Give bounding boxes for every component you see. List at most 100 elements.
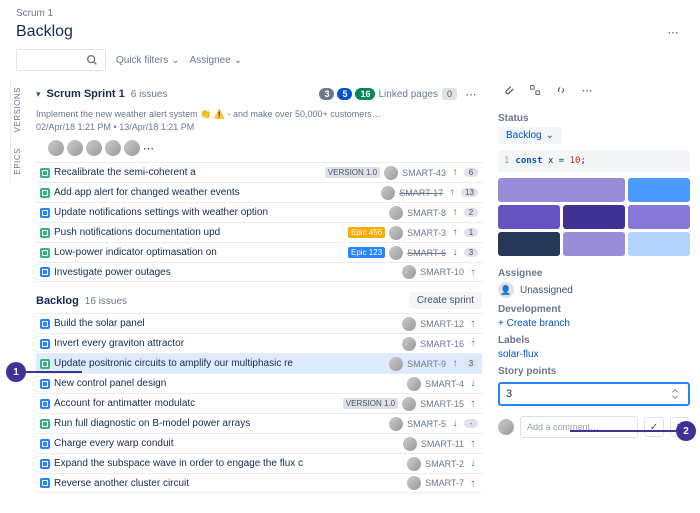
issue-key[interactable]: SMART-6	[407, 248, 446, 258]
more-avatars-icon[interactable]: ⋯	[143, 142, 154, 155]
assignee-avatar[interactable]	[389, 357, 403, 371]
priority-icon: ↑	[468, 267, 478, 278]
sprint-collapse-toggle[interactable]: ▾	[36, 89, 41, 100]
estimate-badge: 6	[464, 168, 478, 177]
issue-key[interactable]: SMART-16	[420, 339, 464, 349]
issue-summary: Reverse another cluster circuit	[54, 478, 403, 489]
user-avatar	[498, 419, 514, 435]
priority-icon: ↓	[450, 247, 460, 258]
backlog-issue-count: 16 issues	[85, 296, 127, 307]
confirm-button[interactable]: ✓	[644, 417, 664, 437]
avatar[interactable]	[105, 140, 121, 156]
assignee-avatar[interactable]	[407, 457, 421, 471]
person-icon: 👤	[498, 282, 514, 298]
create-branch-link[interactable]: + Create branch	[498, 318, 690, 329]
avatar[interactable]	[86, 140, 102, 156]
link-icon[interactable]	[550, 79, 572, 101]
issue-row[interactable]: Run full diagnostic on B-model power arr…	[36, 413, 482, 433]
epics-rail[interactable]: EPICS	[10, 140, 28, 183]
story-points-input[interactable]: 3	[498, 382, 690, 406]
issue-key[interactable]: SMART-8	[407, 208, 446, 218]
assignee-avatar[interactable]	[402, 397, 416, 411]
issue-key[interactable]: SMART-9	[407, 359, 446, 369]
todo-pill: 3	[319, 88, 334, 100]
assignee-avatar[interactable]	[384, 166, 398, 180]
sprint-goal: Implement the new weather alert system 👏…	[36, 107, 482, 122]
story-type-icon	[40, 188, 50, 198]
version-tag: VERSION 1.0	[325, 167, 380, 178]
issue-key[interactable]: SMART-15	[420, 399, 464, 409]
issue-row[interactable]: Update notifications settings with weath…	[36, 202, 482, 222]
linked-pages-button[interactable]: Linked pages0	[378, 88, 457, 100]
comment-input[interactable]: Add a comment…	[520, 416, 638, 438]
avatar[interactable]	[67, 140, 83, 156]
chevron-down-icon: ⌄	[234, 55, 242, 66]
assignee-avatar[interactable]	[389, 246, 403, 260]
assignee-avatar[interactable]	[389, 417, 403, 431]
issue-key[interactable]: SMART-12	[420, 319, 464, 329]
labels-label: Labels	[498, 329, 690, 349]
issue-summary: Expand the subspace wave in order to eng…	[54, 458, 403, 469]
priority-icon: ↓	[450, 418, 460, 429]
estimate-badge: 3	[464, 359, 478, 368]
assignee-avatar[interactable]	[403, 437, 417, 451]
issue-key[interactable]: SMART-11	[421, 439, 464, 449]
issue-row[interactable]: Invert every graviton attractorSMART-16↑	[36, 333, 482, 353]
assignee-value[interactable]: 👤Unassigned	[498, 282, 690, 298]
create-sprint-button[interactable]: Create sprint	[409, 292, 482, 309]
avatar[interactable]	[124, 140, 140, 156]
status-dropdown[interactable]: Backlog⌄	[498, 127, 562, 144]
issue-key[interactable]: SMART-3	[407, 228, 446, 238]
avatar[interactable]	[48, 140, 64, 156]
stepper-icon[interactable]	[668, 387, 682, 401]
issue-row[interactable]: Account for antimatter modulatcVERSION 1…	[36, 393, 482, 413]
assignee-avatar[interactable]	[389, 226, 403, 240]
issue-row[interactable]: Build the solar panelSMART-12↑	[36, 313, 482, 333]
issue-row[interactable]: Low-power indicator optimasation onEpic …	[36, 242, 482, 262]
assignee-avatar[interactable]	[389, 206, 403, 220]
assignee-avatar[interactable]	[402, 337, 416, 351]
issue-key[interactable]: SMART-17	[399, 188, 443, 198]
assignee-avatar[interactable]	[402, 317, 416, 331]
issue-key[interactable]: SMART-2	[425, 459, 464, 469]
subtask-icon[interactable]	[524, 79, 546, 101]
assignee-avatar[interactable]	[407, 377, 421, 391]
priority-icon: ↓	[468, 378, 478, 389]
side-more-icon[interactable]: ⋯	[576, 79, 598, 101]
assignee-avatar[interactable]	[381, 186, 395, 200]
issue-row[interactable]: Update positronic circuits to amplify ou…	[36, 353, 482, 373]
versions-rail[interactable]: VERSIONS	[10, 79, 28, 140]
status-label: Status	[498, 107, 690, 127]
issue-key[interactable]: SMART-4	[425, 379, 464, 389]
more-actions-icon[interactable]: ⋯	[662, 21, 684, 43]
issue-row[interactable]: Investigate power outagesSMART-10↑	[36, 262, 482, 282]
issue-row[interactable]: Reverse another cluster circuitSMART-7↑	[36, 473, 482, 493]
issue-row[interactable]: Recalibrate the semi-coherent aVERSION 1…	[36, 162, 482, 182]
issue-summary: Build the solar panel	[54, 318, 398, 329]
quick-filters-dropdown[interactable]: Quick filters⌄	[116, 55, 180, 66]
issue-row[interactable]: New control panel designSMART-4↓	[36, 373, 482, 393]
breadcrumb[interactable]: Scrum 1	[10, 8, 690, 19]
issue-row[interactable]: Expand the subspace wave in order to eng…	[36, 453, 482, 473]
issue-row[interactable]: Charge every warp conduitSMART-11↑	[36, 433, 482, 453]
priority-icon: ↑	[468, 338, 478, 349]
assignee-avatar[interactable]	[402, 265, 416, 279]
issue-key[interactable]: SMART-7	[425, 478, 464, 488]
issue-key[interactable]: SMART-10	[420, 267, 464, 277]
development-label: Development	[498, 298, 690, 318]
issue-key[interactable]: SMART-5	[407, 419, 446, 429]
assignee-dropdown[interactable]: Assignee⌄	[190, 55, 243, 66]
assignee-label: Assignee	[498, 262, 690, 282]
assignee-avatar[interactable]	[407, 476, 421, 490]
sprint-issue-count: 6 issues	[131, 89, 168, 100]
attach-icon[interactable]	[498, 79, 520, 101]
issue-row[interactable]: Add app alert for changed weather events…	[36, 182, 482, 202]
sprint-more-icon[interactable]: ⋯	[460, 83, 482, 105]
issue-summary: Push notifications documentation upd	[54, 227, 344, 238]
issue-row[interactable]: Push notifications documentation updEpic…	[36, 222, 482, 242]
label-chip[interactable]: solar-flux	[498, 349, 690, 360]
attachment-thumbnails[interactable]	[498, 178, 690, 256]
issue-key[interactable]: SMART-43	[402, 168, 446, 178]
search-input[interactable]	[16, 49, 106, 71]
sprint-avatars[interactable]: ⋯	[36, 138, 482, 162]
